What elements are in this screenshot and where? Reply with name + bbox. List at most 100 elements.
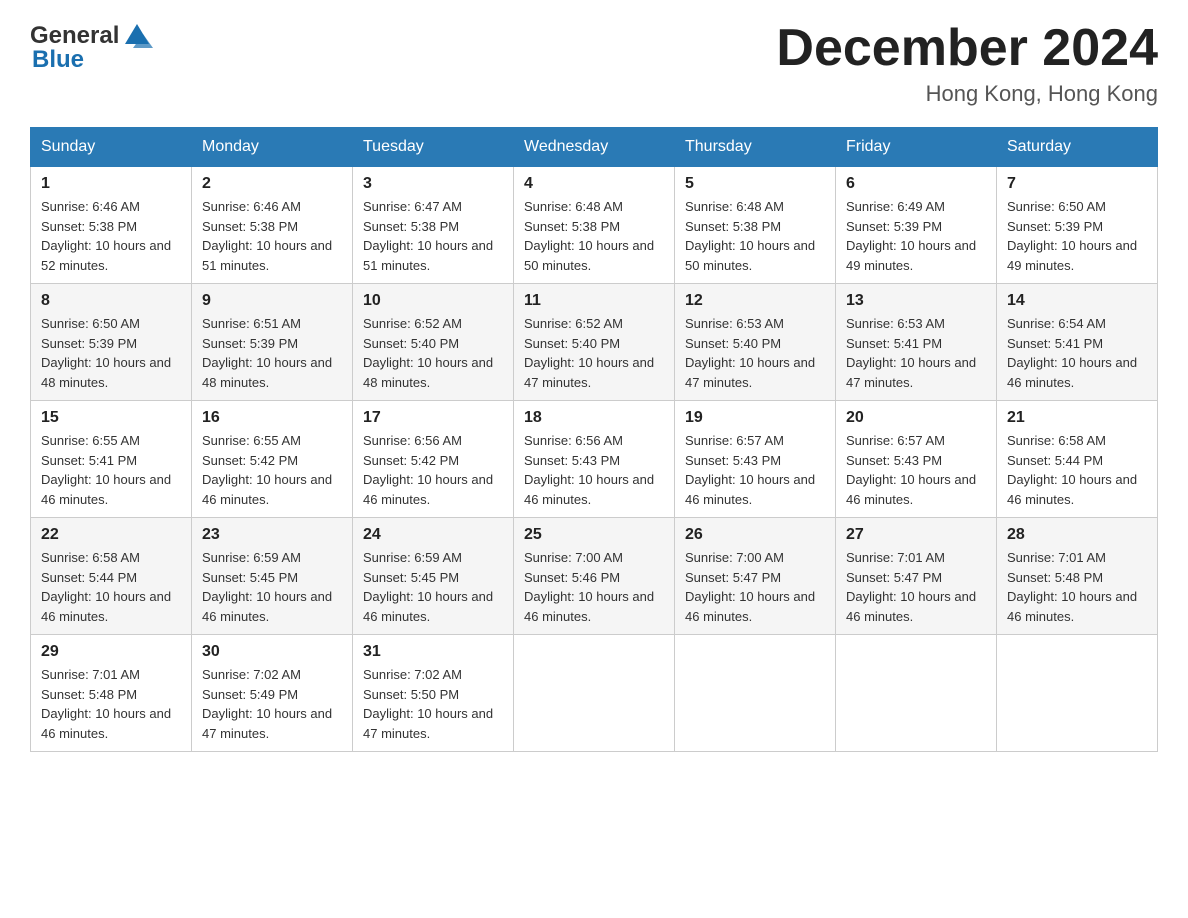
calendar-cell: 4 Sunrise: 6:48 AM Sunset: 5:38 PM Dayli… <box>514 167 675 284</box>
day-info: Sunrise: 6:51 AM Sunset: 5:39 PM Dayligh… <box>202 314 342 392</box>
day-info: Sunrise: 6:55 AM Sunset: 5:41 PM Dayligh… <box>41 431 181 509</box>
day-number: 23 <box>202 526 342 544</box>
day-number: 5 <box>685 175 825 193</box>
calendar-cell: 12 Sunrise: 6:53 AM Sunset: 5:40 PM Dayl… <box>675 284 836 401</box>
calendar-cell: 8 Sunrise: 6:50 AM Sunset: 5:39 PM Dayli… <box>31 284 192 401</box>
day-info: Sunrise: 6:58 AM Sunset: 5:44 PM Dayligh… <box>1007 431 1147 509</box>
day-info: Sunrise: 6:55 AM Sunset: 5:42 PM Dayligh… <box>202 431 342 509</box>
day-info: Sunrise: 7:01 AM Sunset: 5:48 PM Dayligh… <box>41 665 181 743</box>
title-section: December 2024 Hong Kong, Hong Kong <box>776 20 1158 107</box>
calendar-cell: 10 Sunrise: 6:52 AM Sunset: 5:40 PM Dayl… <box>353 284 514 401</box>
day-info: Sunrise: 7:02 AM Sunset: 5:49 PM Dayligh… <box>202 665 342 743</box>
day-number: 13 <box>846 292 986 310</box>
calendar-header-row: SundayMondayTuesdayWednesdayThursdayFrid… <box>31 128 1158 167</box>
day-info: Sunrise: 7:02 AM Sunset: 5:50 PM Dayligh… <box>363 665 503 743</box>
day-number: 6 <box>846 175 986 193</box>
calendar-cell: 11 Sunrise: 6:52 AM Sunset: 5:40 PM Dayl… <box>514 284 675 401</box>
calendar-cell: 20 Sunrise: 6:57 AM Sunset: 5:43 PM Dayl… <box>836 401 997 518</box>
calendar-cell: 27 Sunrise: 7:01 AM Sunset: 5:47 PM Dayl… <box>836 518 997 635</box>
calendar-cell: 6 Sunrise: 6:49 AM Sunset: 5:39 PM Dayli… <box>836 167 997 284</box>
day-info: Sunrise: 6:50 AM Sunset: 5:39 PM Dayligh… <box>1007 197 1147 275</box>
calendar-cell: 19 Sunrise: 6:57 AM Sunset: 5:43 PM Dayl… <box>675 401 836 518</box>
logo-text-blue: Blue <box>32 46 84 74</box>
day-number: 19 <box>685 409 825 427</box>
day-info: Sunrise: 6:54 AM Sunset: 5:41 PM Dayligh… <box>1007 314 1147 392</box>
calendar-cell <box>514 635 675 752</box>
day-info: Sunrise: 7:01 AM Sunset: 5:47 PM Dayligh… <box>846 548 986 626</box>
calendar-cell <box>675 635 836 752</box>
calendar-cell: 5 Sunrise: 6:48 AM Sunset: 5:38 PM Dayli… <box>675 167 836 284</box>
calendar-cell: 1 Sunrise: 6:46 AM Sunset: 5:38 PM Dayli… <box>31 167 192 284</box>
day-number: 8 <box>41 292 181 310</box>
day-info: Sunrise: 6:49 AM Sunset: 5:39 PM Dayligh… <box>846 197 986 275</box>
calendar-cell: 16 Sunrise: 6:55 AM Sunset: 5:42 PM Dayl… <box>192 401 353 518</box>
calendar-cell: 7 Sunrise: 6:50 AM Sunset: 5:39 PM Dayli… <box>997 167 1158 284</box>
day-number: 20 <box>846 409 986 427</box>
col-header-monday: Monday <box>192 128 353 167</box>
day-info: Sunrise: 6:56 AM Sunset: 5:42 PM Dayligh… <box>363 431 503 509</box>
day-number: 29 <box>41 643 181 661</box>
logo-icon <box>121 20 153 52</box>
day-info: Sunrise: 6:56 AM Sunset: 5:43 PM Dayligh… <box>524 431 664 509</box>
day-number: 17 <box>363 409 503 427</box>
day-info: Sunrise: 6:53 AM Sunset: 5:40 PM Dayligh… <box>685 314 825 392</box>
day-number: 7 <box>1007 175 1147 193</box>
day-number: 14 <box>1007 292 1147 310</box>
day-number: 2 <box>202 175 342 193</box>
col-header-friday: Friday <box>836 128 997 167</box>
day-number: 3 <box>363 175 503 193</box>
day-number: 30 <box>202 643 342 661</box>
calendar-week-row: 1 Sunrise: 6:46 AM Sunset: 5:38 PM Dayli… <box>31 167 1158 284</box>
day-info: Sunrise: 6:46 AM Sunset: 5:38 PM Dayligh… <box>202 197 342 275</box>
day-number: 11 <box>524 292 664 310</box>
day-number: 27 <box>846 526 986 544</box>
day-info: Sunrise: 6:48 AM Sunset: 5:38 PM Dayligh… <box>685 197 825 275</box>
day-info: Sunrise: 6:59 AM Sunset: 5:45 PM Dayligh… <box>363 548 503 626</box>
calendar-cell: 26 Sunrise: 7:00 AM Sunset: 5:47 PM Dayl… <box>675 518 836 635</box>
day-info: Sunrise: 6:53 AM Sunset: 5:41 PM Dayligh… <box>846 314 986 392</box>
calendar-cell: 9 Sunrise: 6:51 AM Sunset: 5:39 PM Dayli… <box>192 284 353 401</box>
calendar-week-row: 8 Sunrise: 6:50 AM Sunset: 5:39 PM Dayli… <box>31 284 1158 401</box>
calendar-week-row: 15 Sunrise: 6:55 AM Sunset: 5:41 PM Dayl… <box>31 401 1158 518</box>
day-number: 21 <box>1007 409 1147 427</box>
day-number: 15 <box>41 409 181 427</box>
calendar-cell: 3 Sunrise: 6:47 AM Sunset: 5:38 PM Dayli… <box>353 167 514 284</box>
day-number: 18 <box>524 409 664 427</box>
day-info: Sunrise: 7:00 AM Sunset: 5:46 PM Dayligh… <box>524 548 664 626</box>
calendar-cell: 13 Sunrise: 6:53 AM Sunset: 5:41 PM Dayl… <box>836 284 997 401</box>
calendar-cell: 2 Sunrise: 6:46 AM Sunset: 5:38 PM Dayli… <box>192 167 353 284</box>
calendar-cell: 23 Sunrise: 6:59 AM Sunset: 5:45 PM Dayl… <box>192 518 353 635</box>
day-info: Sunrise: 7:00 AM Sunset: 5:47 PM Dayligh… <box>685 548 825 626</box>
day-number: 9 <box>202 292 342 310</box>
col-header-thursday: Thursday <box>675 128 836 167</box>
col-header-wednesday: Wednesday <box>514 128 675 167</box>
day-number: 4 <box>524 175 664 193</box>
calendar-cell: 29 Sunrise: 7:01 AM Sunset: 5:48 PM Dayl… <box>31 635 192 752</box>
day-info: Sunrise: 6:50 AM Sunset: 5:39 PM Dayligh… <box>41 314 181 392</box>
calendar-cell <box>836 635 997 752</box>
calendar-week-row: 22 Sunrise: 6:58 AM Sunset: 5:44 PM Dayl… <box>31 518 1158 635</box>
day-info: Sunrise: 6:52 AM Sunset: 5:40 PM Dayligh… <box>524 314 664 392</box>
calendar-cell: 21 Sunrise: 6:58 AM Sunset: 5:44 PM Dayl… <box>997 401 1158 518</box>
day-number: 12 <box>685 292 825 310</box>
col-header-tuesday: Tuesday <box>353 128 514 167</box>
calendar-table: SundayMondayTuesdayWednesdayThursdayFrid… <box>30 127 1158 752</box>
day-info: Sunrise: 6:59 AM Sunset: 5:45 PM Dayligh… <box>202 548 342 626</box>
calendar-cell: 22 Sunrise: 6:58 AM Sunset: 5:44 PM Dayl… <box>31 518 192 635</box>
calendar-cell: 24 Sunrise: 6:59 AM Sunset: 5:45 PM Dayl… <box>353 518 514 635</box>
calendar-cell: 18 Sunrise: 6:56 AM Sunset: 5:43 PM Dayl… <box>514 401 675 518</box>
page-header: General Blue December 2024 Hong Kong, Ho… <box>30 20 1158 107</box>
day-info: Sunrise: 6:52 AM Sunset: 5:40 PM Dayligh… <box>363 314 503 392</box>
calendar-cell: 17 Sunrise: 6:56 AM Sunset: 5:42 PM Dayl… <box>353 401 514 518</box>
day-info: Sunrise: 6:57 AM Sunset: 5:43 PM Dayligh… <box>846 431 986 509</box>
day-number: 25 <box>524 526 664 544</box>
day-info: Sunrise: 7:01 AM Sunset: 5:48 PM Dayligh… <box>1007 548 1147 626</box>
calendar-cell: 15 Sunrise: 6:55 AM Sunset: 5:41 PM Dayl… <box>31 401 192 518</box>
day-info: Sunrise: 6:48 AM Sunset: 5:38 PM Dayligh… <box>524 197 664 275</box>
day-number: 24 <box>363 526 503 544</box>
col-header-sunday: Sunday <box>31 128 192 167</box>
calendar-cell: 14 Sunrise: 6:54 AM Sunset: 5:41 PM Dayl… <box>997 284 1158 401</box>
day-number: 16 <box>202 409 342 427</box>
day-info: Sunrise: 6:47 AM Sunset: 5:38 PM Dayligh… <box>363 197 503 275</box>
day-number: 1 <box>41 175 181 193</box>
